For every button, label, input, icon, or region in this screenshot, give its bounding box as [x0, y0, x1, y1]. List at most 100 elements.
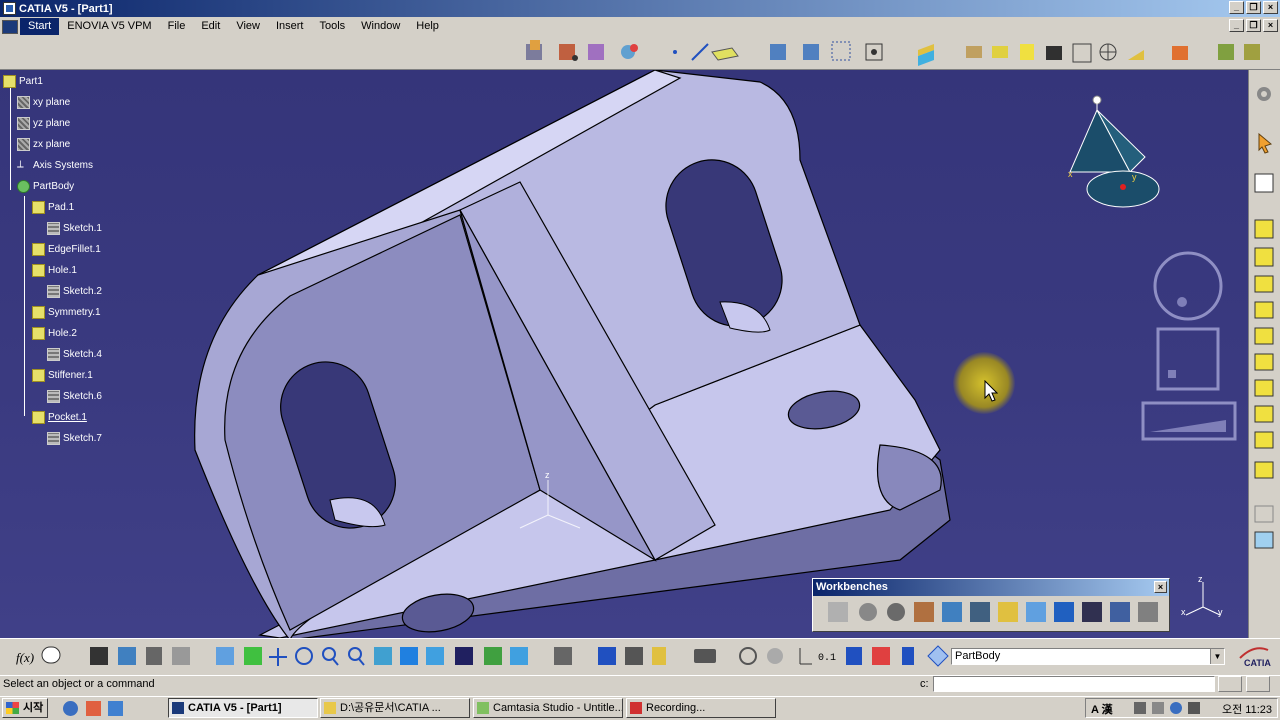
chevron-down-icon[interactable]: ▼ [1210, 649, 1224, 664]
assemble-icon [588, 44, 604, 60]
tree-item-zx-plane[interactable]: zx plane [17, 136, 70, 152]
restore-button[interactable]: ❐ [1246, 1, 1261, 14]
pattern-icon [803, 44, 819, 60]
tree-item-edgefillet1[interactable]: EdgeFillet.1 [32, 241, 101, 257]
task-camtasia[interactable]: Camtasia Studio - Untitle... [473, 698, 623, 718]
tree-item-sketch6[interactable]: Sketch.6 [47, 388, 102, 404]
slot-side-icon [1254, 353, 1274, 371]
status-button-1[interactable] [1218, 676, 1242, 692]
sketch-icon [47, 389, 60, 403]
menu-help[interactable]: Help [408, 18, 447, 35]
ie-icon[interactable] [63, 701, 78, 716]
menu-file[interactable]: File [160, 18, 194, 35]
tree-item-hole1[interactable]: Hole.1 [32, 262, 77, 278]
tree-item-partbody[interactable]: PartBody [17, 178, 74, 194]
minimize-button[interactable]: _ [1229, 1, 1244, 14]
tree-item-pad1[interactable]: Pad.1 [32, 199, 74, 215]
tree-item-symmetry1[interactable]: Symmetry.1 [32, 304, 101, 320]
help-tray-icon[interactable] [1134, 702, 1146, 714]
tree-item-xy-plane[interactable]: xy plane [17, 94, 70, 110]
tree-item-sketch7[interactable]: Sketch.7 [47, 430, 102, 446]
local-axis-z: z [545, 470, 550, 480]
pan-icon [269, 648, 287, 666]
3d-viewport[interactable]: z x y z x y [0, 70, 1248, 638]
doc-close-button[interactable]: × [1263, 19, 1278, 32]
status-message: Select an object or a command [3, 678, 155, 690]
task-folder[interactable]: D:\공유문서\CATIA ... [320, 698, 470, 718]
volume-tray-icon[interactable] [1188, 702, 1200, 714]
compass-widget[interactable]: x y [1060, 92, 1170, 217]
tree-item-yz-plane[interactable]: yz plane [17, 115, 70, 131]
partbody-combo[interactable]: PartBody ▼ [951, 648, 1225, 665]
command-label: c: [920, 678, 929, 690]
task-catia[interactable]: CATIA V5 - [Part1] [168, 698, 318, 718]
analysis-icon [118, 647, 136, 665]
menu-tools[interactable]: Tools [311, 18, 353, 35]
menu-edit[interactable]: Edit [193, 18, 228, 35]
menu-window[interactable]: Window [353, 18, 408, 35]
specification-tree[interactable]: Part1 xy plane yz plane zx plane ⟂ Axis S… [0, 72, 130, 452]
right-toolbar-icons [1254, 87, 1274, 549]
tree-item-stiffener1[interactable]: Stiffener.1 [32, 367, 93, 383]
fit-all-icon [865, 43, 883, 61]
menu-insert[interactable]: Insert [268, 18, 312, 35]
close-button[interactable]: × [1263, 1, 1278, 14]
document-icon[interactable] [2, 19, 18, 34]
network-tray-icon[interactable] [1170, 702, 1182, 714]
workbenches-title[interactable]: Workbenches × [813, 579, 1169, 596]
tool-tray-icon[interactable] [1152, 702, 1164, 714]
status-button-2[interactable] [1246, 676, 1270, 692]
hole-icon [32, 326, 45, 340]
rotate-icon [295, 647, 313, 665]
outlook-icon[interactable] [86, 701, 101, 716]
camtasia-icon [477, 702, 489, 714]
window-titlebar: CATIA V5 - [Part1] [0, 0, 1280, 17]
menu-start[interactable]: Start [20, 18, 60, 35]
catalog-workbench-icon [1110, 602, 1130, 622]
command-input[interactable] [933, 676, 1215, 692]
catia-app-icon[interactable] [3, 2, 16, 15]
task-recording[interactable]: Recording... [626, 698, 776, 718]
tree-item-sketch2[interactable]: Sketch.2 [47, 283, 102, 299]
pocket-icon [32, 410, 45, 424]
catia-task-icon [172, 702, 184, 714]
triad-z-label: z [1198, 574, 1203, 584]
triad-x-label: x [1181, 607, 1186, 617]
stiffener-side-icon [1254, 379, 1274, 397]
tree-item-sketch4[interactable]: Sketch.4 [47, 346, 102, 362]
sketcher-workbench-icon [828, 602, 848, 622]
clock[interactable]: 오전 11:23 [1222, 701, 1272, 717]
sketcher-icon [1254, 173, 1274, 193]
doc-restore-button[interactable]: ❐ [1246, 19, 1261, 32]
doc-minimize-button[interactable]: _ [1229, 19, 1244, 32]
axis-display-icon [799, 648, 812, 665]
list-icon [902, 647, 914, 665]
compass-y-label: y [1132, 172, 1137, 182]
layer-icon [918, 44, 934, 66]
desktop-icon[interactable] [108, 701, 123, 716]
top-toolbar-icons [526, 40, 1260, 66]
ime-indicator[interactable]: A 漢 [1091, 701, 1113, 717]
view-widgets[interactable] [1138, 250, 1238, 445]
tree-item-sketch1[interactable]: Sketch.1 [47, 220, 102, 236]
gear-icon [1257, 87, 1271, 101]
select-arrow-icon [1258, 132, 1273, 154]
multi-view-icon [400, 647, 418, 665]
start-button[interactable]: 시작 [2, 698, 48, 718]
constraint-display-icon [625, 647, 643, 665]
catia-logo-text: CATIA [1244, 658, 1271, 668]
tree-item-pocket1[interactable]: Pocket.1 [32, 409, 87, 425]
rib-side-icon [1254, 327, 1274, 345]
refresh-icon [739, 647, 757, 665]
workbenches-close-button[interactable]: × [1154, 581, 1167, 593]
hand-icon [767, 648, 783, 664]
formula-icon: f(x) [16, 650, 34, 665]
tree-item-axis-systems[interactable]: ⟂ Axis Systems [17, 157, 93, 173]
workbench-icons[interactable] [814, 596, 1168, 630]
tree-item-part1[interactable]: Part1 [3, 73, 43, 89]
tree-item-hole2[interactable]: Hole.2 [32, 325, 77, 341]
menu-enovia[interactable]: ENOVIA V5 VPM [59, 18, 159, 35]
sketch-icon [47, 221, 60, 235]
binary-icon: 0.1 [818, 653, 836, 664]
menu-view[interactable]: View [228, 18, 268, 35]
